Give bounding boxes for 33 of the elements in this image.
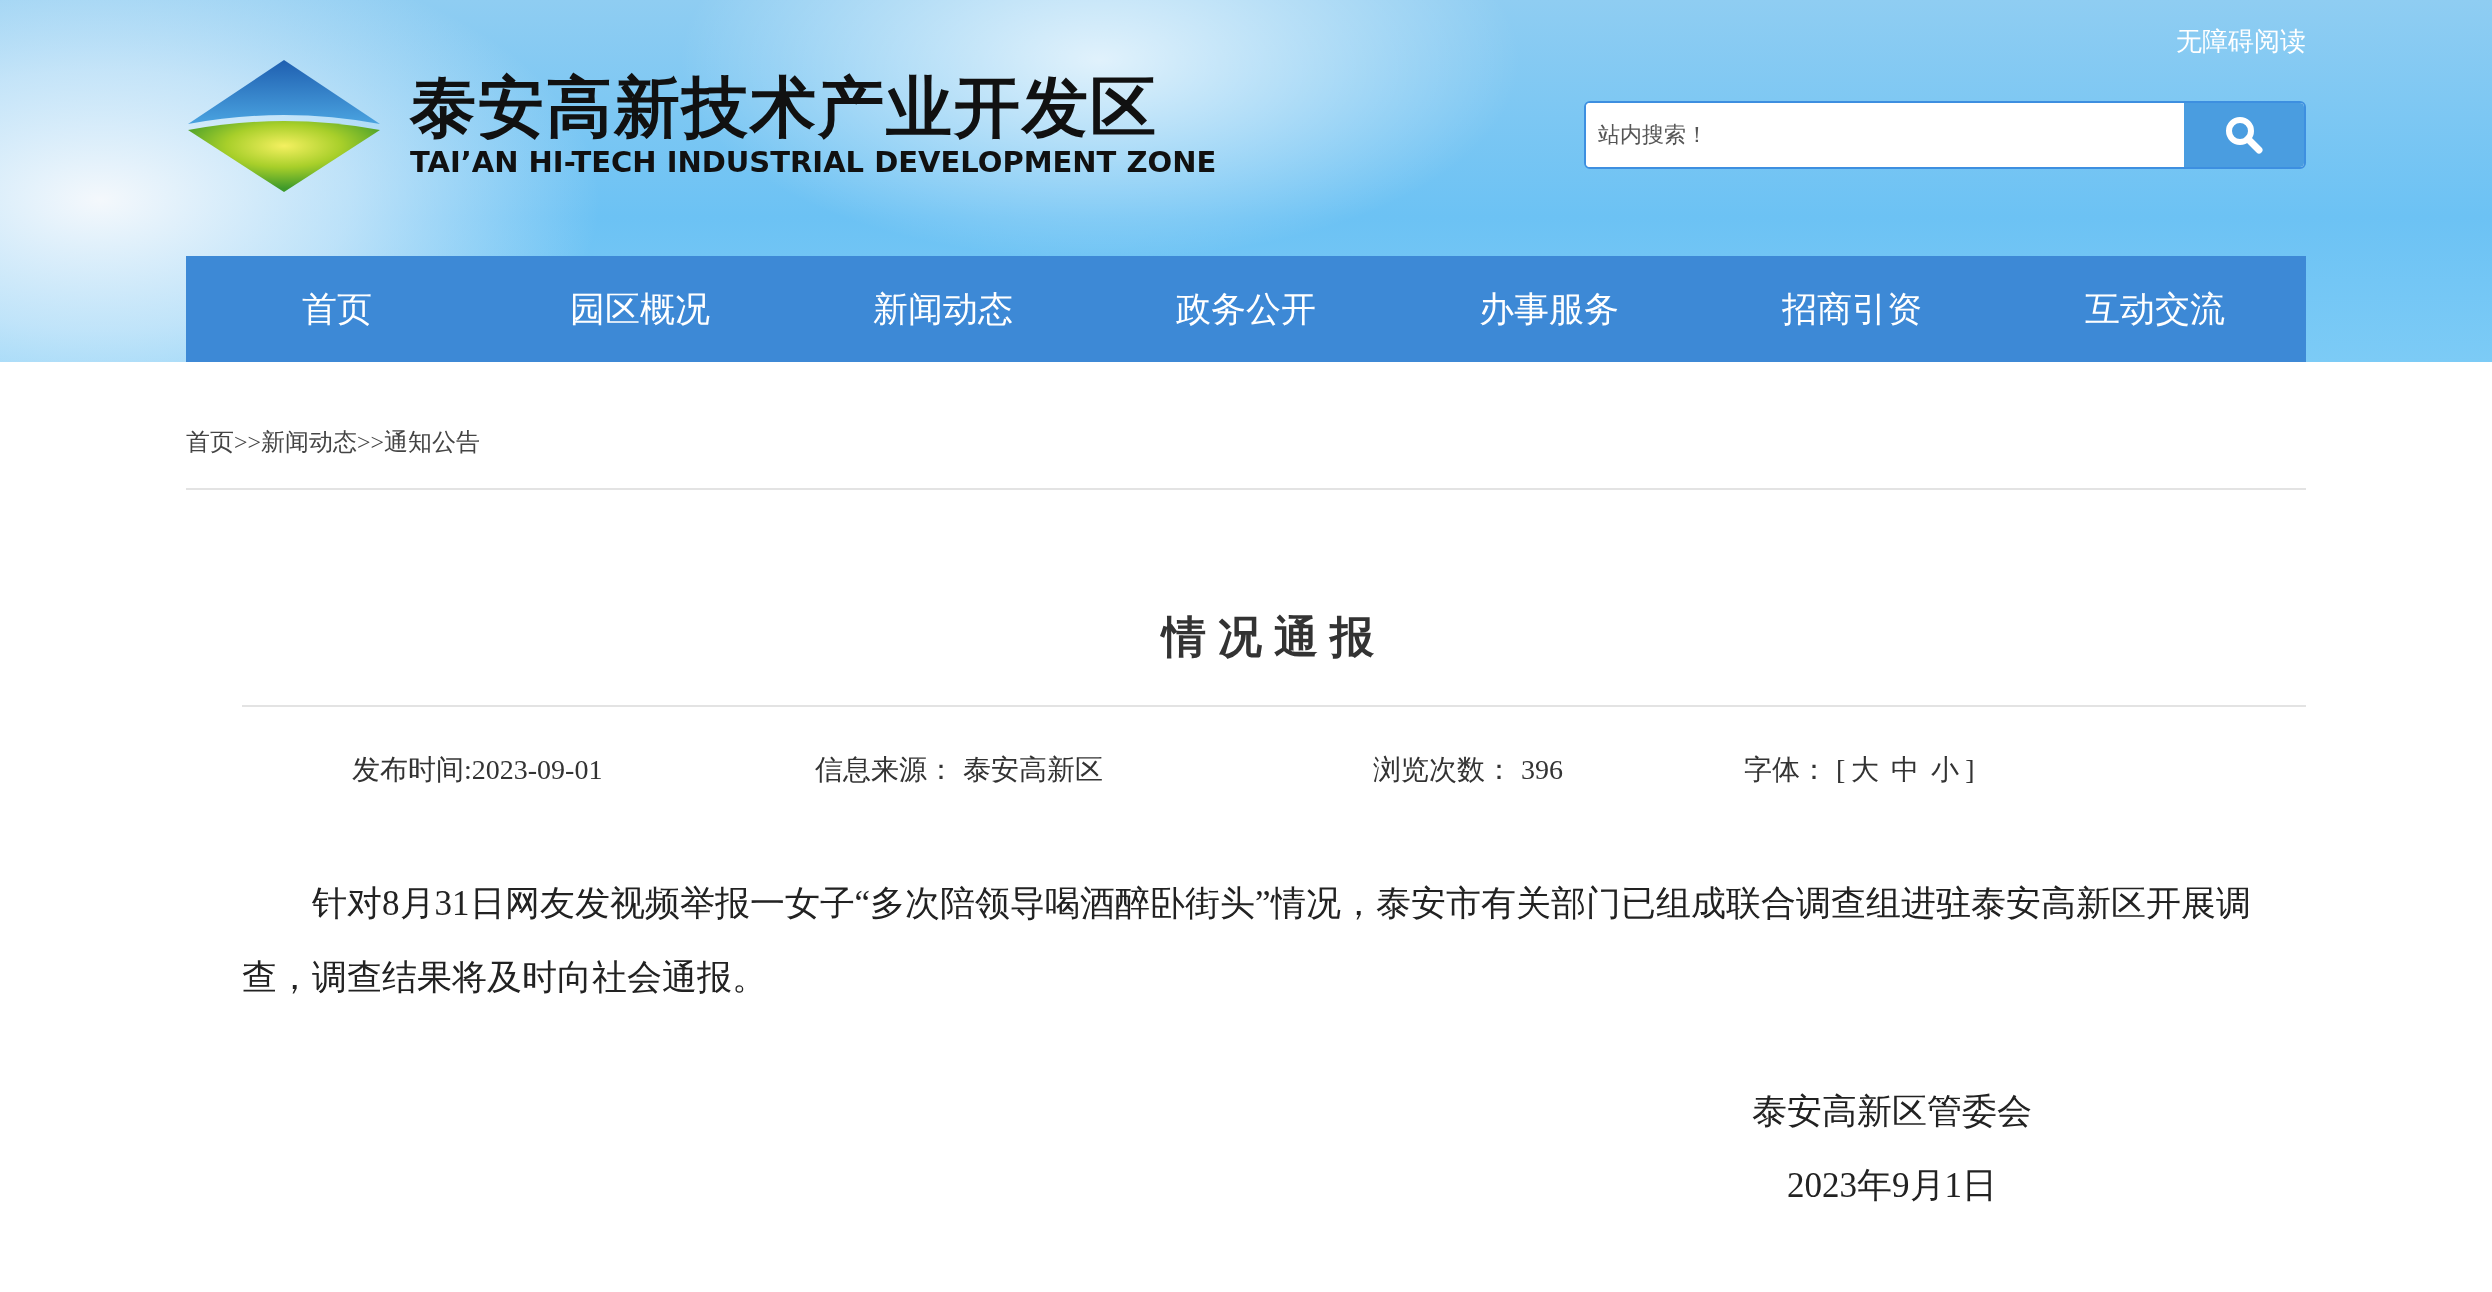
source-label: 信息来源： [815,754,955,785]
font-size-link[interactable]: 大 [1851,754,1880,785]
site-subtitle: TAI’AN HI-TECH INDUSTRIAL DEVELOPMENT ZONE [410,144,1217,180]
article-title: 情况通报 [1159,610,1387,664]
site-title: 泰安高新技术产业开发区 [410,72,1159,145]
signature-date: 2023年9月1日 [1786,1165,1998,1207]
diamond-logo-icon [186,58,382,194]
font-size-label: 字体： [1744,754,1828,785]
signature: 泰安高新区管委会 [1751,1091,2033,1133]
search-button[interactable] [2184,103,2304,167]
bracket: [ [1836,754,1846,785]
nav-item[interactable]: 园区概况 [488,256,792,362]
nav-item[interactable]: 政务公开 [1094,256,1398,362]
search-icon [2225,116,2263,154]
breadcrumb-link[interactable]: 通知公告 [384,426,481,458]
search-bar[interactable]: 站内搜索！ [1584,101,2306,169]
nav-item[interactable]: 办事服务 [1397,256,1701,362]
breadcrumb-separator: >> [357,428,385,456]
publish-date: 发布时间:2023-09-01 [352,754,603,785]
font-size-link[interactable]: 小 [1931,754,1960,785]
nav-item[interactable]: 互动交流 [2003,256,2306,362]
views-count: 396 [1521,754,1563,785]
font-size-link[interactable]: 中 [1891,754,1920,785]
nav-item[interactable]: 新闻动态 [791,256,1095,362]
article-paragraph: 针对8月31日网友发视频举报一女子“多次陪领导喝酒醉卧街头”情况，泰安市有关部门已组成联合调查组进驻泰安高新区开展调查，调查结果将及时向社会通报。 [242,883,2252,999]
nav-item[interactable]: 招商引资 [1700,256,2004,362]
views-label: 浏览次数： [1373,754,1513,785]
bracket: ] [1965,754,1975,785]
source-value: 泰安高新区 [963,754,1103,785]
breadcrumb-link[interactable]: 新闻动态 [261,426,358,458]
breadcrumb-separator: >> [234,428,262,456]
nav-item[interactable]: 首页 [186,256,489,362]
breadcrumb-link[interactable]: 首页 [186,426,234,458]
